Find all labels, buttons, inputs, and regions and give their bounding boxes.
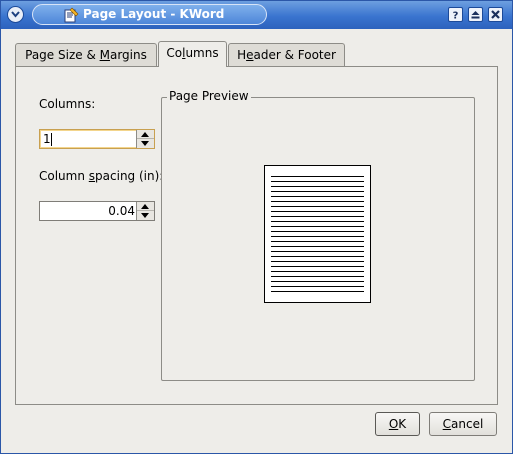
- arrow-up-icon: [141, 204, 149, 209]
- arrow-up-icon: [141, 132, 149, 137]
- columns-value[interactable]: 1: [43, 131, 135, 147]
- page-preview-lines: [271, 172, 364, 296]
- window-title: Page Layout - KWord: [83, 7, 225, 21]
- spacing-increment-button[interactable]: [137, 202, 154, 211]
- spacing-spin-buttons: [136, 202, 154, 220]
- page-preview-title: Page Preview: [167, 89, 251, 103]
- kword-icon: [64, 7, 79, 23]
- window-menu-button[interactable]: [7, 6, 24, 23]
- svg-text:?: ?: [453, 11, 459, 21]
- help-button[interactable]: ?: [448, 7, 463, 22]
- column-spacing-spinbox[interactable]: 0.04: [39, 201, 155, 221]
- column-spacing-value[interactable]: 0.04: [43, 203, 135, 219]
- columns-decrement-button[interactable]: [137, 139, 154, 148]
- page-layout-dialog: Page Layout - KWord ? Page Size & Margin…: [0, 0, 513, 454]
- chevron-down-icon: [11, 11, 20, 18]
- text-cursor: [51, 133, 52, 146]
- columns-label: Columns:: [39, 97, 96, 111]
- column-spacing-label: Column spacing (in):: [39, 169, 164, 183]
- cancel-button[interactable]: Cancel: [429, 412, 497, 436]
- arrow-down-icon: [141, 141, 149, 146]
- page-preview-sheet: [264, 165, 371, 303]
- help-icon: ?: [453, 11, 459, 21]
- spacing-decrement-button[interactable]: [137, 211, 154, 220]
- columns-spinbox[interactable]: 1: [39, 129, 155, 149]
- title-pill: Page Layout - KWord: [32, 4, 267, 25]
- tab-columns[interactable]: Columns: [158, 41, 227, 67]
- tab-page-size-margins[interactable]: Page Size & Margins: [15, 43, 157, 67]
- arrow-down-icon: [141, 213, 149, 218]
- columns-spin-buttons: [136, 130, 154, 148]
- shade-icon: [471, 11, 480, 19]
- tab-header-footer[interactable]: Header & Footer: [228, 43, 345, 67]
- ok-button[interactable]: OK: [375, 412, 420, 436]
- title-bar[interactable]: Page Layout - KWord ?: [1, 1, 512, 29]
- close-icon: [491, 10, 500, 19]
- shade-button[interactable]: [468, 7, 483, 22]
- columns-increment-button[interactable]: [137, 130, 154, 139]
- close-button[interactable]: [488, 7, 503, 22]
